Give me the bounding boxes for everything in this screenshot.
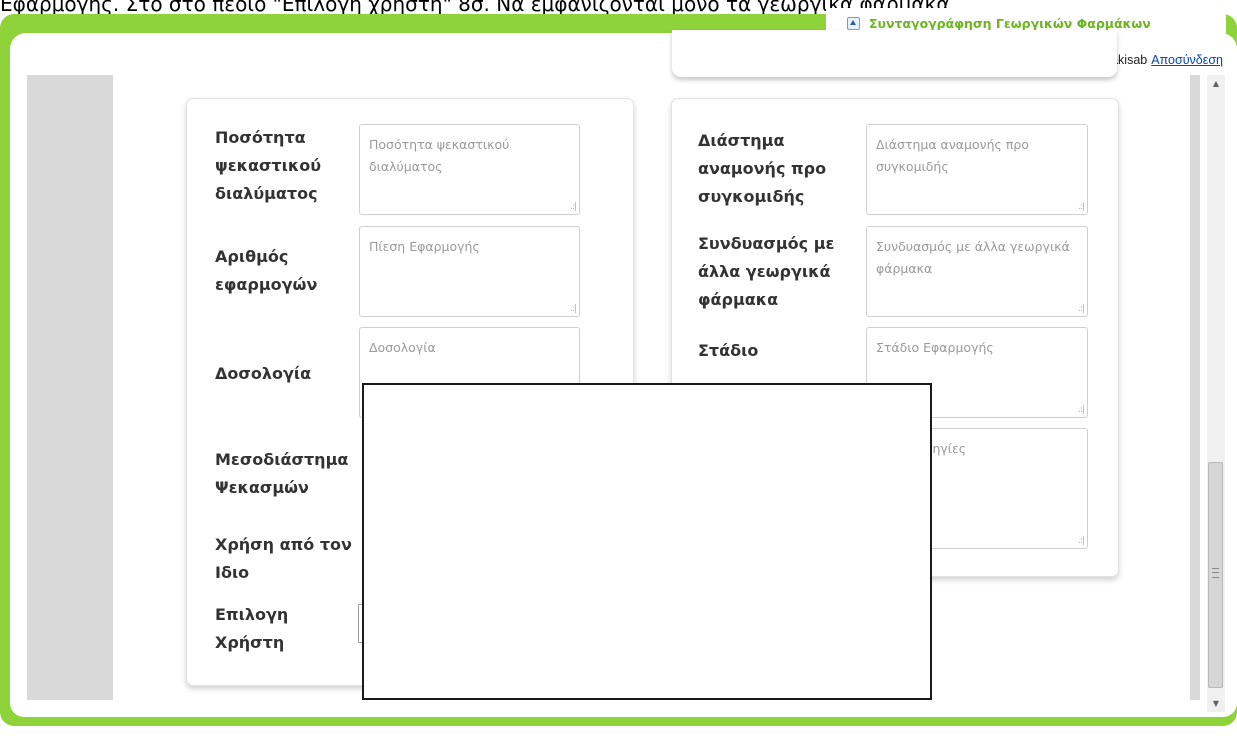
applications-count-field[interactable]: Πίεση Εφαρμογής .:|: [359, 226, 580, 317]
thumb-grip-icon: [1212, 568, 1219, 578]
harvest-wait-placeholder: Διάστημα αναμονής προ συγκομιδής: [876, 137, 1029, 174]
spray-interval-label: Μεσοδιάστημα Ψεκασμών: [215, 450, 349, 497]
application-stage-placeholder: Στάδιο Εφαρμογής: [876, 340, 994, 355]
combination-placeholder: Συνδυασμός με άλλα γεωργικά φάρμακα: [876, 239, 1070, 276]
harvest-wait-field[interactable]: Διάστημα αναμονής προ συγκομιδής .:|: [866, 124, 1088, 215]
combination-label: Συνδυασμός με άλλα γεωργικά φάρμακα: [698, 234, 835, 309]
resize-grip-icon[interactable]: .:|: [570, 305, 577, 314]
scroll-gutter: [1190, 75, 1200, 700]
user-selection-label: Επιλογη Χρήστη: [215, 605, 289, 652]
system-link-label[interactable]: Συνταγογράφηση Γεωργικών Φαρμάκων: [869, 16, 1151, 31]
resize-grip-icon[interactable]: .:|: [570, 203, 577, 212]
scroll-up-icon[interactable]: ▲: [1207, 75, 1225, 92]
scrollbar-thumb[interactable]: [1208, 462, 1223, 688]
resize-grip-icon[interactable]: .:|: [1078, 203, 1085, 212]
resize-grip-icon[interactable]: .:|: [1078, 406, 1085, 415]
logout-link[interactable]: Αποσύνδεση: [1151, 53, 1223, 67]
spray-quantity-field[interactable]: Ποσότητα ψεκαστικού διαλύματος .:|: [359, 124, 580, 215]
vertical-scrollbar[interactable]: ▲ ▼: [1207, 75, 1225, 712]
scroll-down-icon[interactable]: ▼: [1207, 695, 1225, 712]
combination-field[interactable]: Συνδυασμός με άλλα γεωργικά φάρμακα .:|: [866, 226, 1088, 317]
spray-quantity-placeholder: Ποσότητα ψεκαστικού διαλύματος: [369, 137, 510, 174]
previous-card-edge: [672, 30, 1117, 77]
application-stage-label: Στάδιο: [698, 341, 759, 360]
harvest-wait-label: Διάστημα αναμονής προ συγκομιδής: [698, 131, 827, 206]
applications-count-placeholder: Πίεση Εφαρμογής: [369, 239, 480, 254]
blank-overlay-box: [362, 383, 932, 700]
dosage-label: Δοσολογία: [215, 364, 312, 383]
own-use-label: Χρήση από τον Ιδιο: [215, 535, 352, 582]
applications-count-label: Αριθμός εφαρμογών: [215, 247, 318, 294]
expand-up-icon[interactable]: [847, 16, 860, 30]
resize-grip-icon[interactable]: .:|: [1078, 305, 1085, 314]
dosage-placeholder: Δοσολογία: [369, 340, 436, 355]
left-panel-strip: [27, 75, 113, 700]
resize-grip-icon[interactable]: .:|: [1078, 537, 1085, 546]
spray-quantity-label: Ποσότητα ψεκαστικού διαλύματος: [215, 128, 322, 203]
